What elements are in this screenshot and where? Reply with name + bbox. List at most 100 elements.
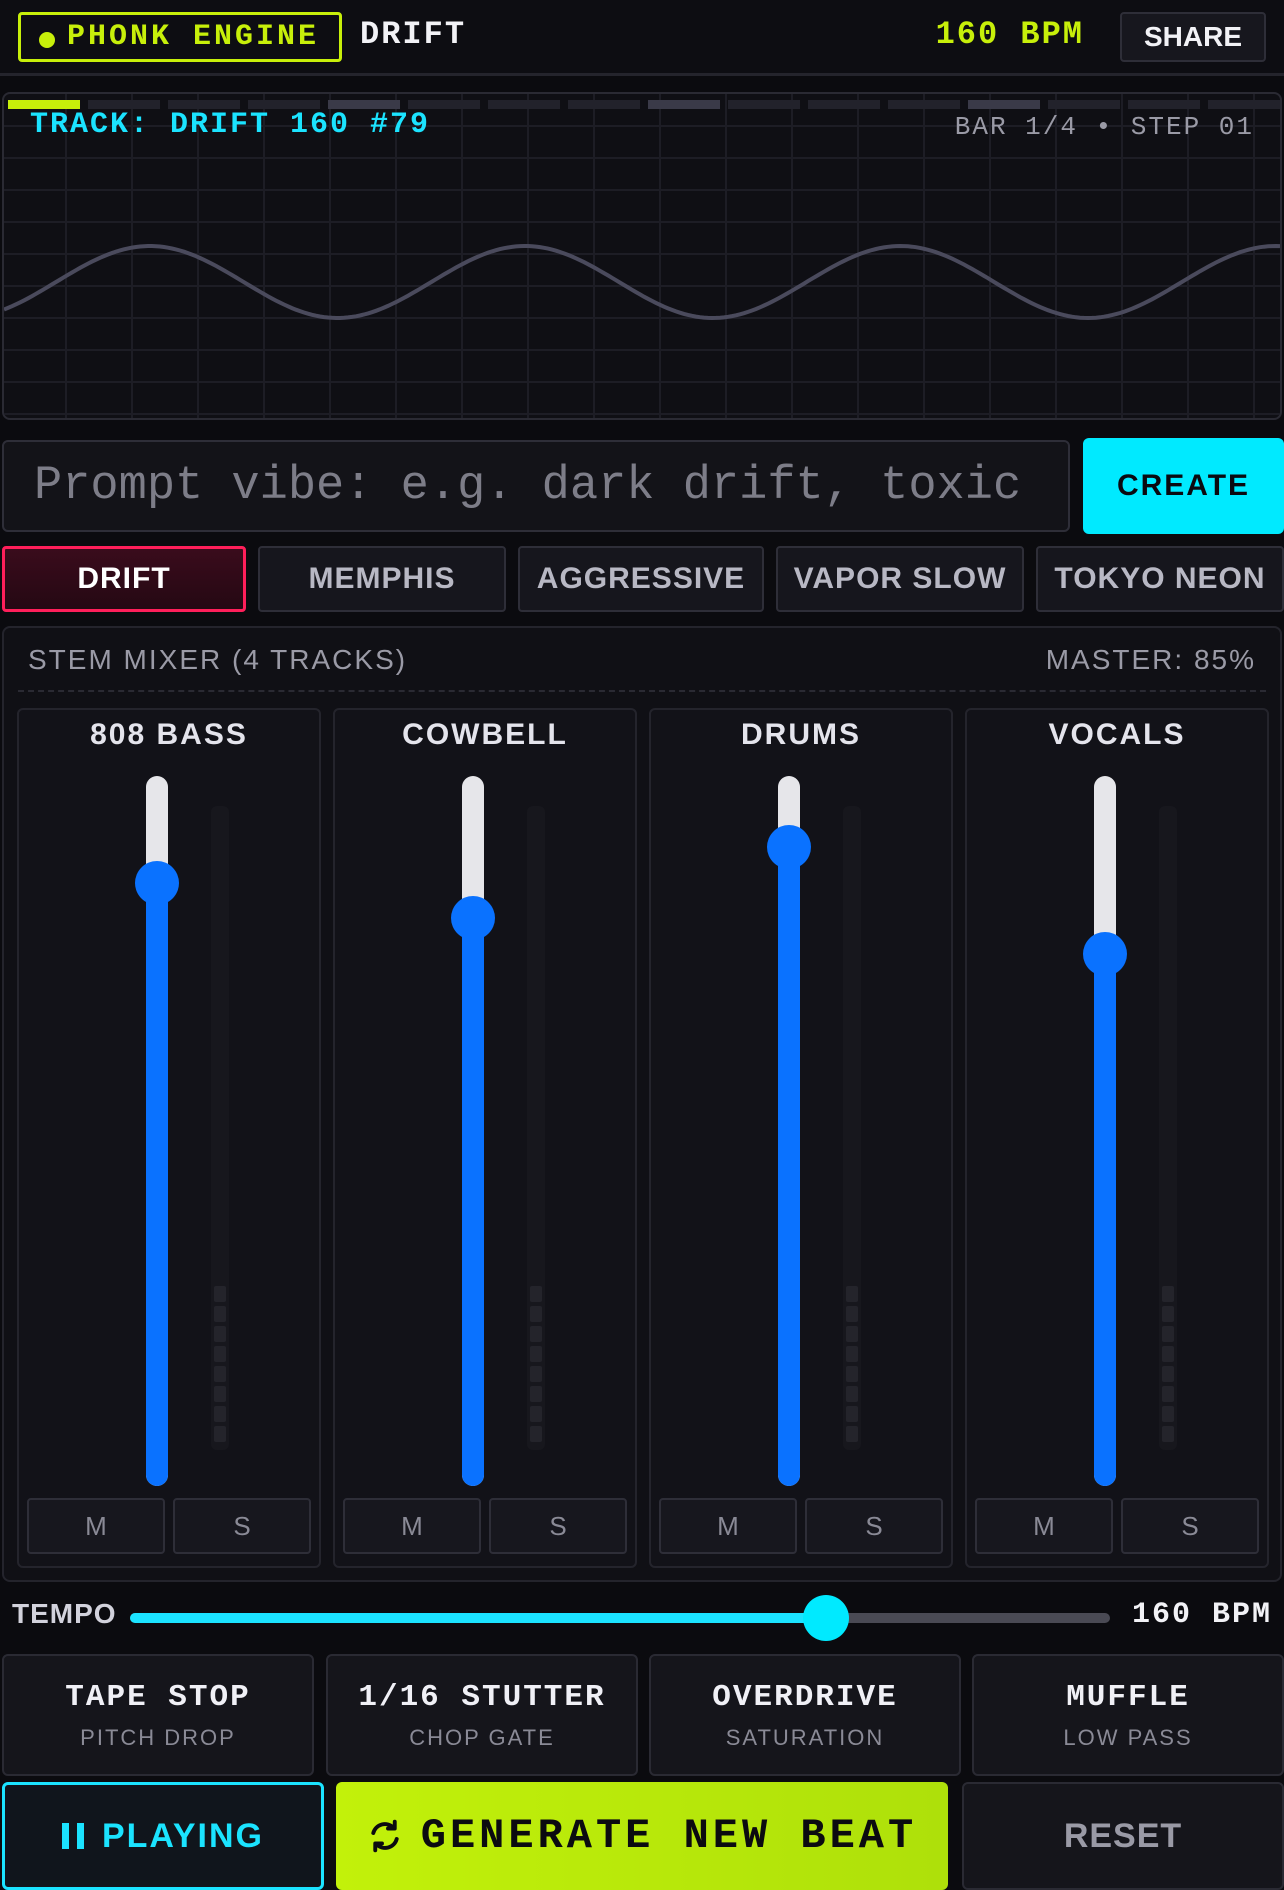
meter-segment — [530, 1426, 542, 1442]
tempo-fill — [130, 1613, 826, 1623]
meter-segment — [214, 1386, 226, 1402]
step-indicator — [1208, 100, 1280, 109]
fx-subtitle: CHOP GATE — [409, 1725, 555, 1750]
meter-segment — [214, 1366, 226, 1382]
channel-strip: 808 BASS M S — [17, 708, 321, 1568]
prompt-input[interactable]: Prompt vibe: e.g. dark drift, toxic — [2, 440, 1070, 532]
mixer-divider — [18, 690, 1266, 692]
solo-button[interactable]: S — [805, 1498, 943, 1554]
generate-beat-button[interactable]: GENERATE NEW BEAT — [336, 1782, 948, 1890]
tempo-label: TEMPO — [12, 1598, 117, 1629]
meter-segment — [1162, 1366, 1174, 1382]
bar-step-indicator: BAR 1/4 • STEP 01 — [954, 112, 1254, 142]
channel-strip: DRUMS M S — [649, 708, 953, 1568]
fx-name: TAPE STOP — [65, 1680, 251, 1715]
mute-button[interactable]: M — [343, 1498, 481, 1554]
meter-segment — [1162, 1426, 1174, 1442]
mute-button[interactable]: M — [27, 1498, 165, 1554]
meter-segment — [1162, 1286, 1174, 1302]
meter-segment — [214, 1346, 226, 1362]
meter-segment — [1162, 1386, 1174, 1402]
brand-name: PHONK ENGINE — [67, 20, 320, 54]
waveform-visualizer: TRACK: DRIFT 160 #79 BAR 1/4 • STEP 01 — [2, 92, 1282, 420]
fx-tape-stop-button[interactable]: TAPE STOP PITCH DROP — [2, 1654, 314, 1776]
channel-strip: COWBELL M S — [333, 708, 637, 1568]
step-indicator — [648, 100, 720, 109]
volume-fader[interactable] — [778, 776, 800, 1486]
top-bar: PHONK ENGINE DRIFT 160 BPM SHARE — [0, 0, 1284, 76]
mute-button[interactable]: M — [659, 1498, 797, 1554]
step-indicator — [888, 100, 960, 109]
level-meter — [527, 806, 545, 1450]
preset-tab-drift[interactable]: DRIFT — [2, 546, 246, 612]
solo-button[interactable]: S — [1121, 1498, 1259, 1554]
channel-strip: VOCALS M S — [965, 708, 1269, 1568]
meter-segment — [530, 1346, 542, 1362]
fx-subtitle: PITCH DROP — [80, 1725, 236, 1750]
mute-button[interactable]: M — [975, 1498, 1113, 1554]
preset-tab-vapor-slow[interactable]: VAPOR SLOW — [776, 546, 1024, 612]
fader-knob[interactable] — [767, 825, 811, 869]
step-indicator — [1128, 100, 1200, 109]
mixer-title: STEM MIXER (4 TRACKS) — [28, 644, 408, 675]
solo-button[interactable]: S — [173, 1498, 311, 1554]
master-level: MASTER: 85% — [1045, 644, 1256, 675]
meter-segment — [530, 1386, 542, 1402]
fx-name: MUFFLE — [1066, 1680, 1190, 1715]
meter-segment — [1162, 1406, 1174, 1422]
step-indicator — [808, 100, 880, 109]
channel-name: VOCALS — [1048, 718, 1186, 751]
level-meter — [211, 806, 229, 1450]
meter-segment — [1162, 1326, 1174, 1342]
preset-tab-memphis[interactable]: MEMPHIS — [258, 546, 506, 612]
preset-tab-tokyo-neon[interactable]: TOKYO NEON — [1036, 546, 1284, 612]
meter-segment — [846, 1406, 858, 1422]
meter-segment — [214, 1326, 226, 1342]
fx-muffle-button[interactable]: MUFFLE LOW PASS — [972, 1654, 1284, 1776]
solo-button[interactable]: S — [489, 1498, 627, 1554]
fader-knob[interactable] — [1083, 931, 1127, 976]
volume-fader[interactable] — [1094, 776, 1116, 1486]
meter-segment — [846, 1346, 858, 1362]
meter-segment — [530, 1326, 542, 1342]
meter-segment — [530, 1406, 542, 1422]
meter-segment — [1162, 1346, 1174, 1362]
fader-knob[interactable] — [451, 896, 495, 940]
fader-fill — [462, 918, 484, 1486]
meter-segment — [1162, 1306, 1174, 1322]
level-meter — [843, 806, 861, 1450]
play-state-label: PLAYING — [101, 1816, 264, 1855]
step-indicator — [968, 100, 1040, 109]
stem-mixer: STEM MIXER (4 TRACKS) MASTER: 85% 808 BA… — [2, 626, 1282, 1582]
bpm-readout: 160 BPM — [935, 16, 1084, 53]
step-indicator — [728, 100, 800, 109]
share-button[interactable]: SHARE — [1120, 12, 1266, 62]
tempo-value: 160 BPM — [1131, 1598, 1272, 1632]
mode-title: DRIFT — [360, 16, 467, 53]
create-button[interactable]: CREATE — [1083, 438, 1284, 534]
meter-segment — [846, 1326, 858, 1342]
fx-name: OVERDRIVE — [712, 1680, 898, 1715]
tempo-slider[interactable] — [130, 1613, 1110, 1623]
fader-fill — [778, 847, 800, 1486]
meter-segment — [214, 1306, 226, 1322]
step-indicator — [488, 100, 560, 109]
preset-tab-aggressive[interactable]: AGGRESSIVE — [518, 546, 764, 612]
volume-fader[interactable] — [462, 776, 484, 1486]
fx-overdrive-button[interactable]: OVERDRIVE SATURATION — [649, 1654, 961, 1776]
pause-icon — [61, 1823, 84, 1849]
generate-label: GENERATE NEW BEAT — [420, 1812, 918, 1860]
meter-segment — [846, 1386, 858, 1402]
play-pause-button[interactable]: PLAYING — [2, 1782, 324, 1890]
fx-subtitle: SATURATION — [725, 1725, 885, 1750]
fader-fill — [1094, 953, 1116, 1486]
step-indicator — [1048, 100, 1120, 109]
fader-knob[interactable] — [135, 860, 179, 905]
tempo-knob[interactable] — [802, 1595, 849, 1641]
reset-button[interactable]: RESET — [962, 1782, 1284, 1890]
meter-segment — [846, 1306, 858, 1322]
fader-fill — [146, 882, 168, 1486]
fx-stutter-button[interactable]: 1/16 STUTTER CHOP GATE — [326, 1654, 638, 1776]
channel-name: COWBELL — [402, 718, 568, 751]
meter-segment — [214, 1426, 226, 1442]
